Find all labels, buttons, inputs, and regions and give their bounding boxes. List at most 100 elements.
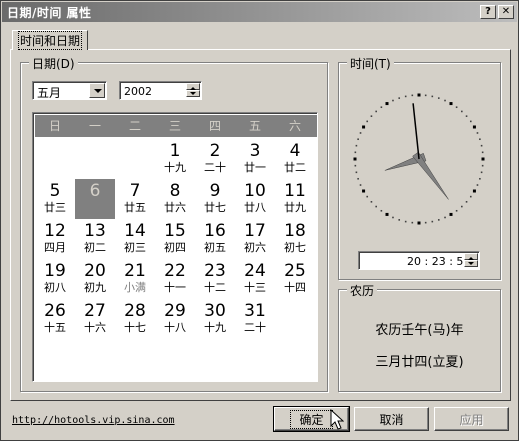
day-number: 30 bbox=[204, 301, 226, 321]
cancel-button[interactable]: 取消 bbox=[354, 407, 429, 431]
time-up-arrow-icon[interactable] bbox=[464, 253, 478, 260]
calendar-day[interactable]: 14 初三 bbox=[115, 219, 155, 259]
day-number: 28 bbox=[124, 301, 146, 321]
clock-hour-mark bbox=[417, 221, 421, 225]
day-number: 12 bbox=[44, 221, 66, 241]
calendar-day[interactable]: 4 廿二 bbox=[275, 139, 315, 179]
calendar-day[interactable]: 25 十四 bbox=[275, 259, 315, 299]
calendar-day[interactable]: 8 廿六 bbox=[155, 179, 195, 219]
clock-minute-mark bbox=[392, 216, 394, 219]
day-number: 6 bbox=[89, 181, 101, 201]
day-number: 17 bbox=[244, 221, 266, 241]
lunar-day-label: 初二 bbox=[84, 241, 106, 254]
calendar-weekday-header: 日一二三四五六 bbox=[35, 115, 317, 137]
calendar-day[interactable]: 30 十九 bbox=[195, 299, 235, 339]
close-button[interactable]: ✕ bbox=[498, 5, 514, 19]
tab-label: 时间和日期 bbox=[17, 31, 82, 50]
calendar-day[interactable]: 9 廿七 bbox=[195, 179, 235, 219]
window-title: 日期/时间 属性 bbox=[7, 5, 92, 20]
calendar-day[interactable]: 26 十五 bbox=[35, 299, 75, 339]
calendar-day[interactable]: 13 初二 bbox=[75, 219, 115, 259]
year-down-arrow-icon[interactable] bbox=[186, 90, 200, 97]
lunar-day-label: 初四 bbox=[164, 241, 186, 254]
calendar-day[interactable]: 27 十六 bbox=[75, 299, 115, 339]
calendar-day[interactable]: 6 bbox=[75, 179, 115, 219]
calendar-day[interactable]: 21 小满 bbox=[115, 259, 155, 299]
calendar-day[interactable]: 15 初四 bbox=[155, 219, 195, 259]
lunar-day-label: 初六 bbox=[244, 241, 266, 254]
clock-minute-mark bbox=[398, 97, 401, 99]
calendar-day[interactable]: 23 十二 bbox=[195, 259, 235, 299]
lunar-year-text: 农历壬午(马)年 bbox=[375, 323, 464, 338]
calendar-day[interactable]: 24 十三 bbox=[235, 259, 275, 299]
lunar-day-label: 初八 bbox=[44, 281, 66, 294]
lunar-day-label: 初七 bbox=[284, 241, 306, 254]
clock-minute-mark bbox=[380, 209, 383, 212]
day-number: 26 bbox=[44, 301, 66, 321]
calendar-day[interactable]: 7 廿五 bbox=[115, 179, 155, 219]
calendar-day[interactable]: 10 廿八 bbox=[235, 179, 275, 219]
calendar-day[interactable]: 29 十八 bbox=[155, 299, 195, 339]
weekday-label: 一 bbox=[88, 119, 101, 133]
calendar: 日一二三四五六 1 十九 2 二十 3 廿一 4 廿二 5 廿三 6 7 廿五 8 廿六 9 廿七 10 廿八 11 廿… bbox=[32, 112, 318, 382]
lunar-day-label: 十九 bbox=[204, 321, 226, 334]
time-value[interactable]: 20 : 23 : 59 bbox=[407, 255, 470, 268]
month-select[interactable]: 五月 bbox=[32, 81, 107, 100]
calendar-day[interactable]: 11 廿九 bbox=[275, 179, 315, 219]
tab-time-and-date[interactable]: 时间和日期 bbox=[12, 30, 88, 50]
day-number: 16 bbox=[204, 221, 226, 241]
calendar-day[interactable]: 22 十一 bbox=[155, 259, 195, 299]
calendar-day[interactable]: 20 初九 bbox=[75, 259, 115, 299]
clock-hour-mark bbox=[449, 102, 453, 106]
calendar-day[interactable]: 5 廿三 bbox=[35, 179, 75, 219]
calendar-day[interactable]: 1 十九 bbox=[155, 139, 195, 179]
calendar-day[interactable]: 3 廿一 bbox=[235, 139, 275, 179]
clock-hour-mark bbox=[385, 102, 389, 106]
calendar-day[interactable]: 12 四月 bbox=[35, 219, 75, 259]
calendar-day[interactable]: 31 二十 bbox=[235, 299, 275, 339]
clock-minute-mark bbox=[366, 120, 369, 123]
empty-day-cell bbox=[75, 139, 115, 179]
lunar-day-label: 十二 bbox=[204, 281, 226, 294]
clock-minute-mark bbox=[359, 184, 362, 186]
calendar-day[interactable]: 2 二十 bbox=[195, 139, 235, 179]
calendar-day[interactable]: 16 初五 bbox=[195, 219, 235, 259]
lunar-day-label: 初九 bbox=[84, 281, 106, 294]
year-value[interactable]: 2002 bbox=[124, 85, 152, 98]
homepage-link[interactable]: http://hotools.vip.sina.com bbox=[12, 415, 175, 426]
weekday-label: 日 bbox=[48, 119, 61, 133]
clock-minute-mark bbox=[480, 144, 483, 147]
help-button[interactable]: ? bbox=[480, 5, 496, 19]
lunar-day-label: 十六 bbox=[84, 321, 106, 334]
clock-minute-mark bbox=[465, 115, 468, 117]
weekday-label: 二 bbox=[128, 119, 141, 133]
chevron-down-icon[interactable] bbox=[89, 83, 105, 98]
calendar-day[interactable]: 19 初八 bbox=[35, 259, 75, 299]
clock-minute-mark bbox=[398, 219, 401, 221]
calendar-day[interactable]: 17 初六 bbox=[235, 219, 275, 259]
calendar-day[interactable]: 28 十七 bbox=[115, 299, 155, 339]
day-number: 25 bbox=[284, 261, 306, 281]
lunar-day-label: 初五 bbox=[204, 241, 226, 254]
day-number: 29 bbox=[164, 301, 186, 321]
clock-minute-mark bbox=[455, 106, 458, 109]
clock-minute-mark bbox=[481, 164, 484, 167]
clock-minute-mark bbox=[354, 164, 357, 167]
year-up-arrow-icon[interactable] bbox=[186, 83, 200, 90]
clock-minute-mark bbox=[437, 97, 440, 99]
cancel-button-label: 取消 bbox=[379, 412, 404, 427]
day-number: 18 bbox=[284, 221, 306, 241]
time-spinner[interactable]: 20 : 23 : 59 bbox=[358, 251, 480, 270]
title-bar[interactable]: 日期/时间 属性 ? ✕ bbox=[2, 2, 517, 22]
time-down-arrow-icon[interactable] bbox=[464, 260, 478, 267]
year-spinner[interactable]: 2002 bbox=[119, 81, 202, 100]
clock-minute-mark bbox=[476, 132, 479, 134]
month-value: 五月 bbox=[37, 86, 62, 100]
calendar-day[interactable]: 18 初七 bbox=[275, 219, 315, 259]
clock-minute-mark bbox=[461, 205, 463, 208]
empty-day-cell bbox=[35, 139, 75, 179]
lunar-day-label: 小满 bbox=[124, 281, 146, 294]
lunar-day-label: 廿六 bbox=[164, 201, 186, 214]
day-number: 7 bbox=[129, 181, 141, 201]
analog-clock bbox=[353, 93, 485, 225]
